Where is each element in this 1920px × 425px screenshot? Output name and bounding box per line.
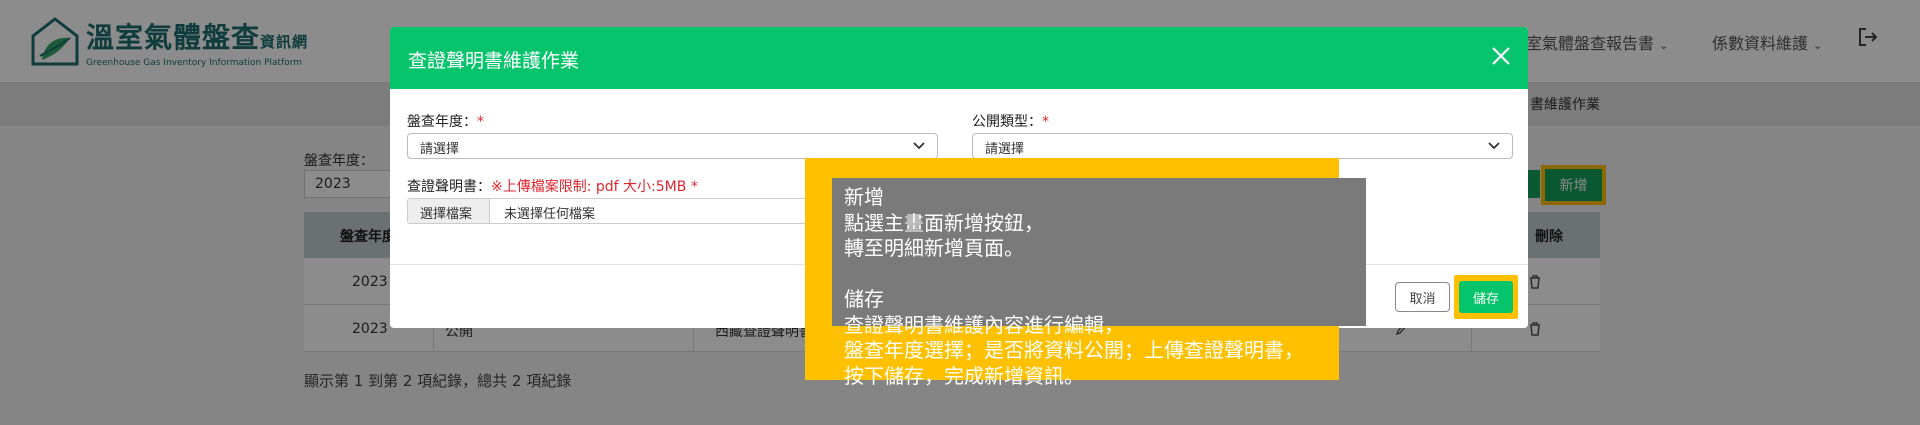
file-label: 查證聲明書：※上傳檔案限制: pdf 大小:5MB * bbox=[407, 176, 698, 196]
file-label-text: 查證聲明書： bbox=[407, 179, 491, 195]
cancel-button[interactable]: 取消 bbox=[1395, 282, 1450, 312]
type-label: 公開類型：* bbox=[972, 111, 1049, 131]
year-select[interactable]: 請選擇 bbox=[407, 133, 938, 159]
type-select[interactable]: 請選擇 bbox=[972, 133, 1513, 159]
year-label-text: 盤查年度： bbox=[407, 114, 477, 130]
save-button[interactable]: 儲存 bbox=[1459, 281, 1513, 313]
choose-file-button[interactable]: 選擇檔案 bbox=[408, 199, 490, 223]
callout-text: 新增 點選主畫面新增按鈕， 轉至明細新增頁面。 儲存 查證聲明書維護內容進行編輯… bbox=[844, 185, 1304, 388]
year-label: 盤查年度：* bbox=[407, 111, 484, 131]
required-mark: * bbox=[690, 179, 698, 195]
file-hint: ※上傳檔案限制: pdf 大小:5MB bbox=[491, 179, 687, 195]
required-mark: * bbox=[477, 114, 484, 130]
modal-title: 查證聲明書維護作業 bbox=[408, 50, 580, 72]
type-select-value: 請選擇 bbox=[985, 142, 1025, 157]
chevron-down-icon bbox=[913, 142, 925, 150]
required-mark: * bbox=[1042, 114, 1049, 130]
file-input[interactable]: 選擇檔案 未選擇任何檔案 bbox=[407, 198, 827, 224]
year-select-value: 請選擇 bbox=[420, 142, 460, 157]
type-label-text: 公開類型： bbox=[972, 114, 1042, 130]
close-icon[interactable] bbox=[1490, 45, 1512, 67]
modal-header: 查證聲明書維護作業 bbox=[390, 27, 1528, 89]
file-name: 未選擇任何檔案 bbox=[504, 207, 596, 222]
chevron-down-icon bbox=[1488, 142, 1500, 150]
